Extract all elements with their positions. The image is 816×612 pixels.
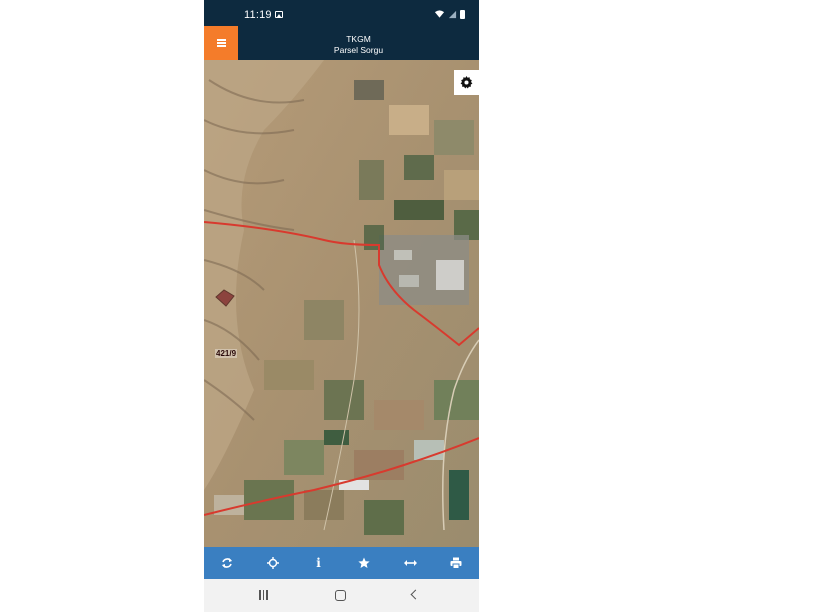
info-button[interactable]: i [304,547,334,579]
star-icon [358,557,370,568]
wifi-icon [434,10,445,18]
page-title: TKGM Parsel Sorgu [238,34,479,56]
back-icon[interactable] [410,589,421,600]
app-header: TKGM Parsel Sorgu [204,26,479,60]
refresh-button[interactable] [212,547,242,579]
gallery-notification-icon [275,11,283,18]
menu-icon [216,42,226,44]
gear-icon [460,76,473,89]
info-icon: i [316,556,321,570]
parcel-label[interactable]: 421/9 [215,349,238,358]
status-bar: 11:19 [204,0,479,26]
battery-icon [460,9,465,19]
print-button[interactable] [441,547,471,579]
menu-button[interactable] [204,26,238,60]
settings-button[interactable] [454,70,479,95]
phone-screen: 11:19 TKGM Parsel Sorgu 421/9 i [204,0,479,612]
measure-button[interactable] [395,547,425,579]
system-nav-bar [204,579,479,612]
signal-icon [448,10,457,18]
status-time: 11:19 [244,9,272,21]
crosshair-icon [266,557,279,569]
locate-button[interactable] [258,547,288,579]
title-line-2: Parsel Sorgu [333,45,384,55]
favorite-button[interactable] [349,547,379,579]
recents-icon[interactable] [259,590,269,600]
print-icon [450,557,462,569]
home-icon[interactable] [335,590,346,601]
bottom-toolbar: i [204,547,479,579]
satellite-map[interactable]: 421/9 [204,60,479,547]
title-line-1: TKGM [346,34,371,44]
measure-icon [403,560,417,566]
refresh-icon [221,558,232,568]
